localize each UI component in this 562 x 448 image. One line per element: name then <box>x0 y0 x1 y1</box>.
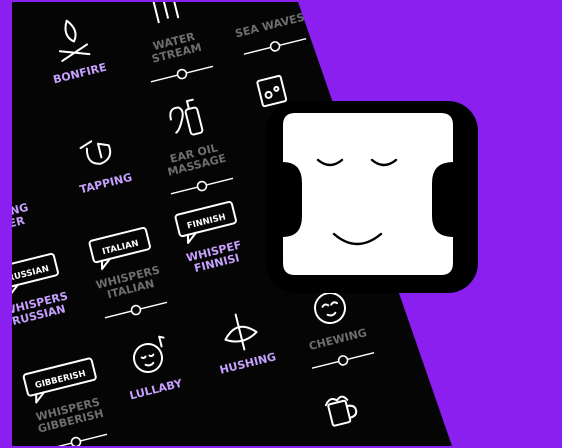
app-icon <box>266 101 478 293</box>
promo-artwork: BONFIREWATERSTREAMSEA WAVESPLINGPERTAPPI… <box>0 0 562 448</box>
